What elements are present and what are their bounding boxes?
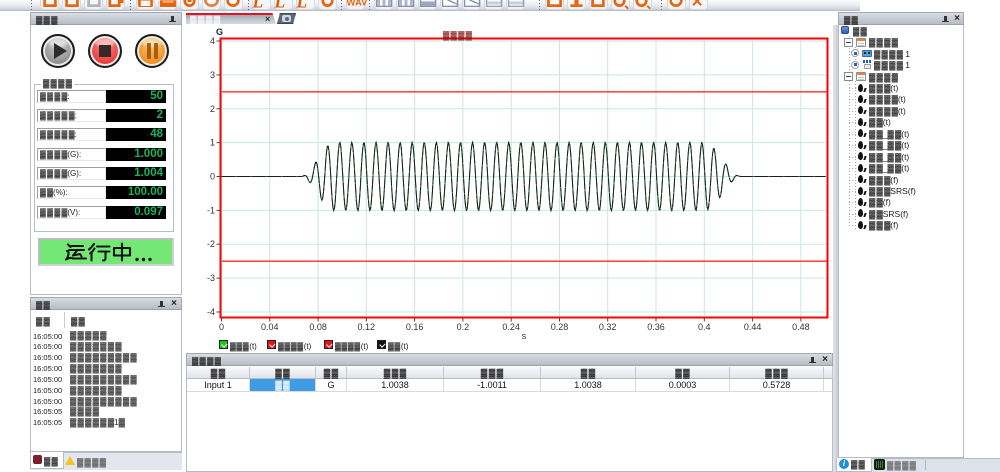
svg-text:2: 2: [210, 104, 215, 114]
svg-text:s: s: [522, 331, 527, 341]
svg-text:0.16: 0.16: [406, 322, 424, 332]
svg-text:3: 3: [210, 70, 215, 80]
svg-text:0: 0: [219, 322, 224, 332]
svg-text:0: 0: [210, 172, 215, 182]
svg-text:G: G: [216, 27, 223, 37]
svg-text:-2: -2: [207, 239, 215, 249]
svg-text:1: 1: [210, 138, 215, 148]
svg-text:4: 4: [210, 36, 215, 46]
svg-text:0.4: 0.4: [698, 322, 711, 332]
svg-text:-1: -1: [207, 205, 215, 215]
svg-text:0.28: 0.28: [551, 322, 569, 332]
svg-text:0.08: 0.08: [309, 322, 327, 332]
svg-text:0.32: 0.32: [599, 322, 617, 332]
svg-text:0.04: 0.04: [261, 322, 279, 332]
svg-text:0.12: 0.12: [358, 322, 376, 332]
svg-text:0.36: 0.36: [647, 322, 665, 332]
svg-text:0.2: 0.2: [457, 322, 470, 332]
svg-text:-4: -4: [207, 307, 215, 317]
svg-text:0.24: 0.24: [502, 322, 520, 332]
svg-text:0.48: 0.48: [792, 322, 810, 332]
svg-text:-3: -3: [207, 273, 215, 283]
svg-text:0.44: 0.44: [744, 322, 762, 332]
